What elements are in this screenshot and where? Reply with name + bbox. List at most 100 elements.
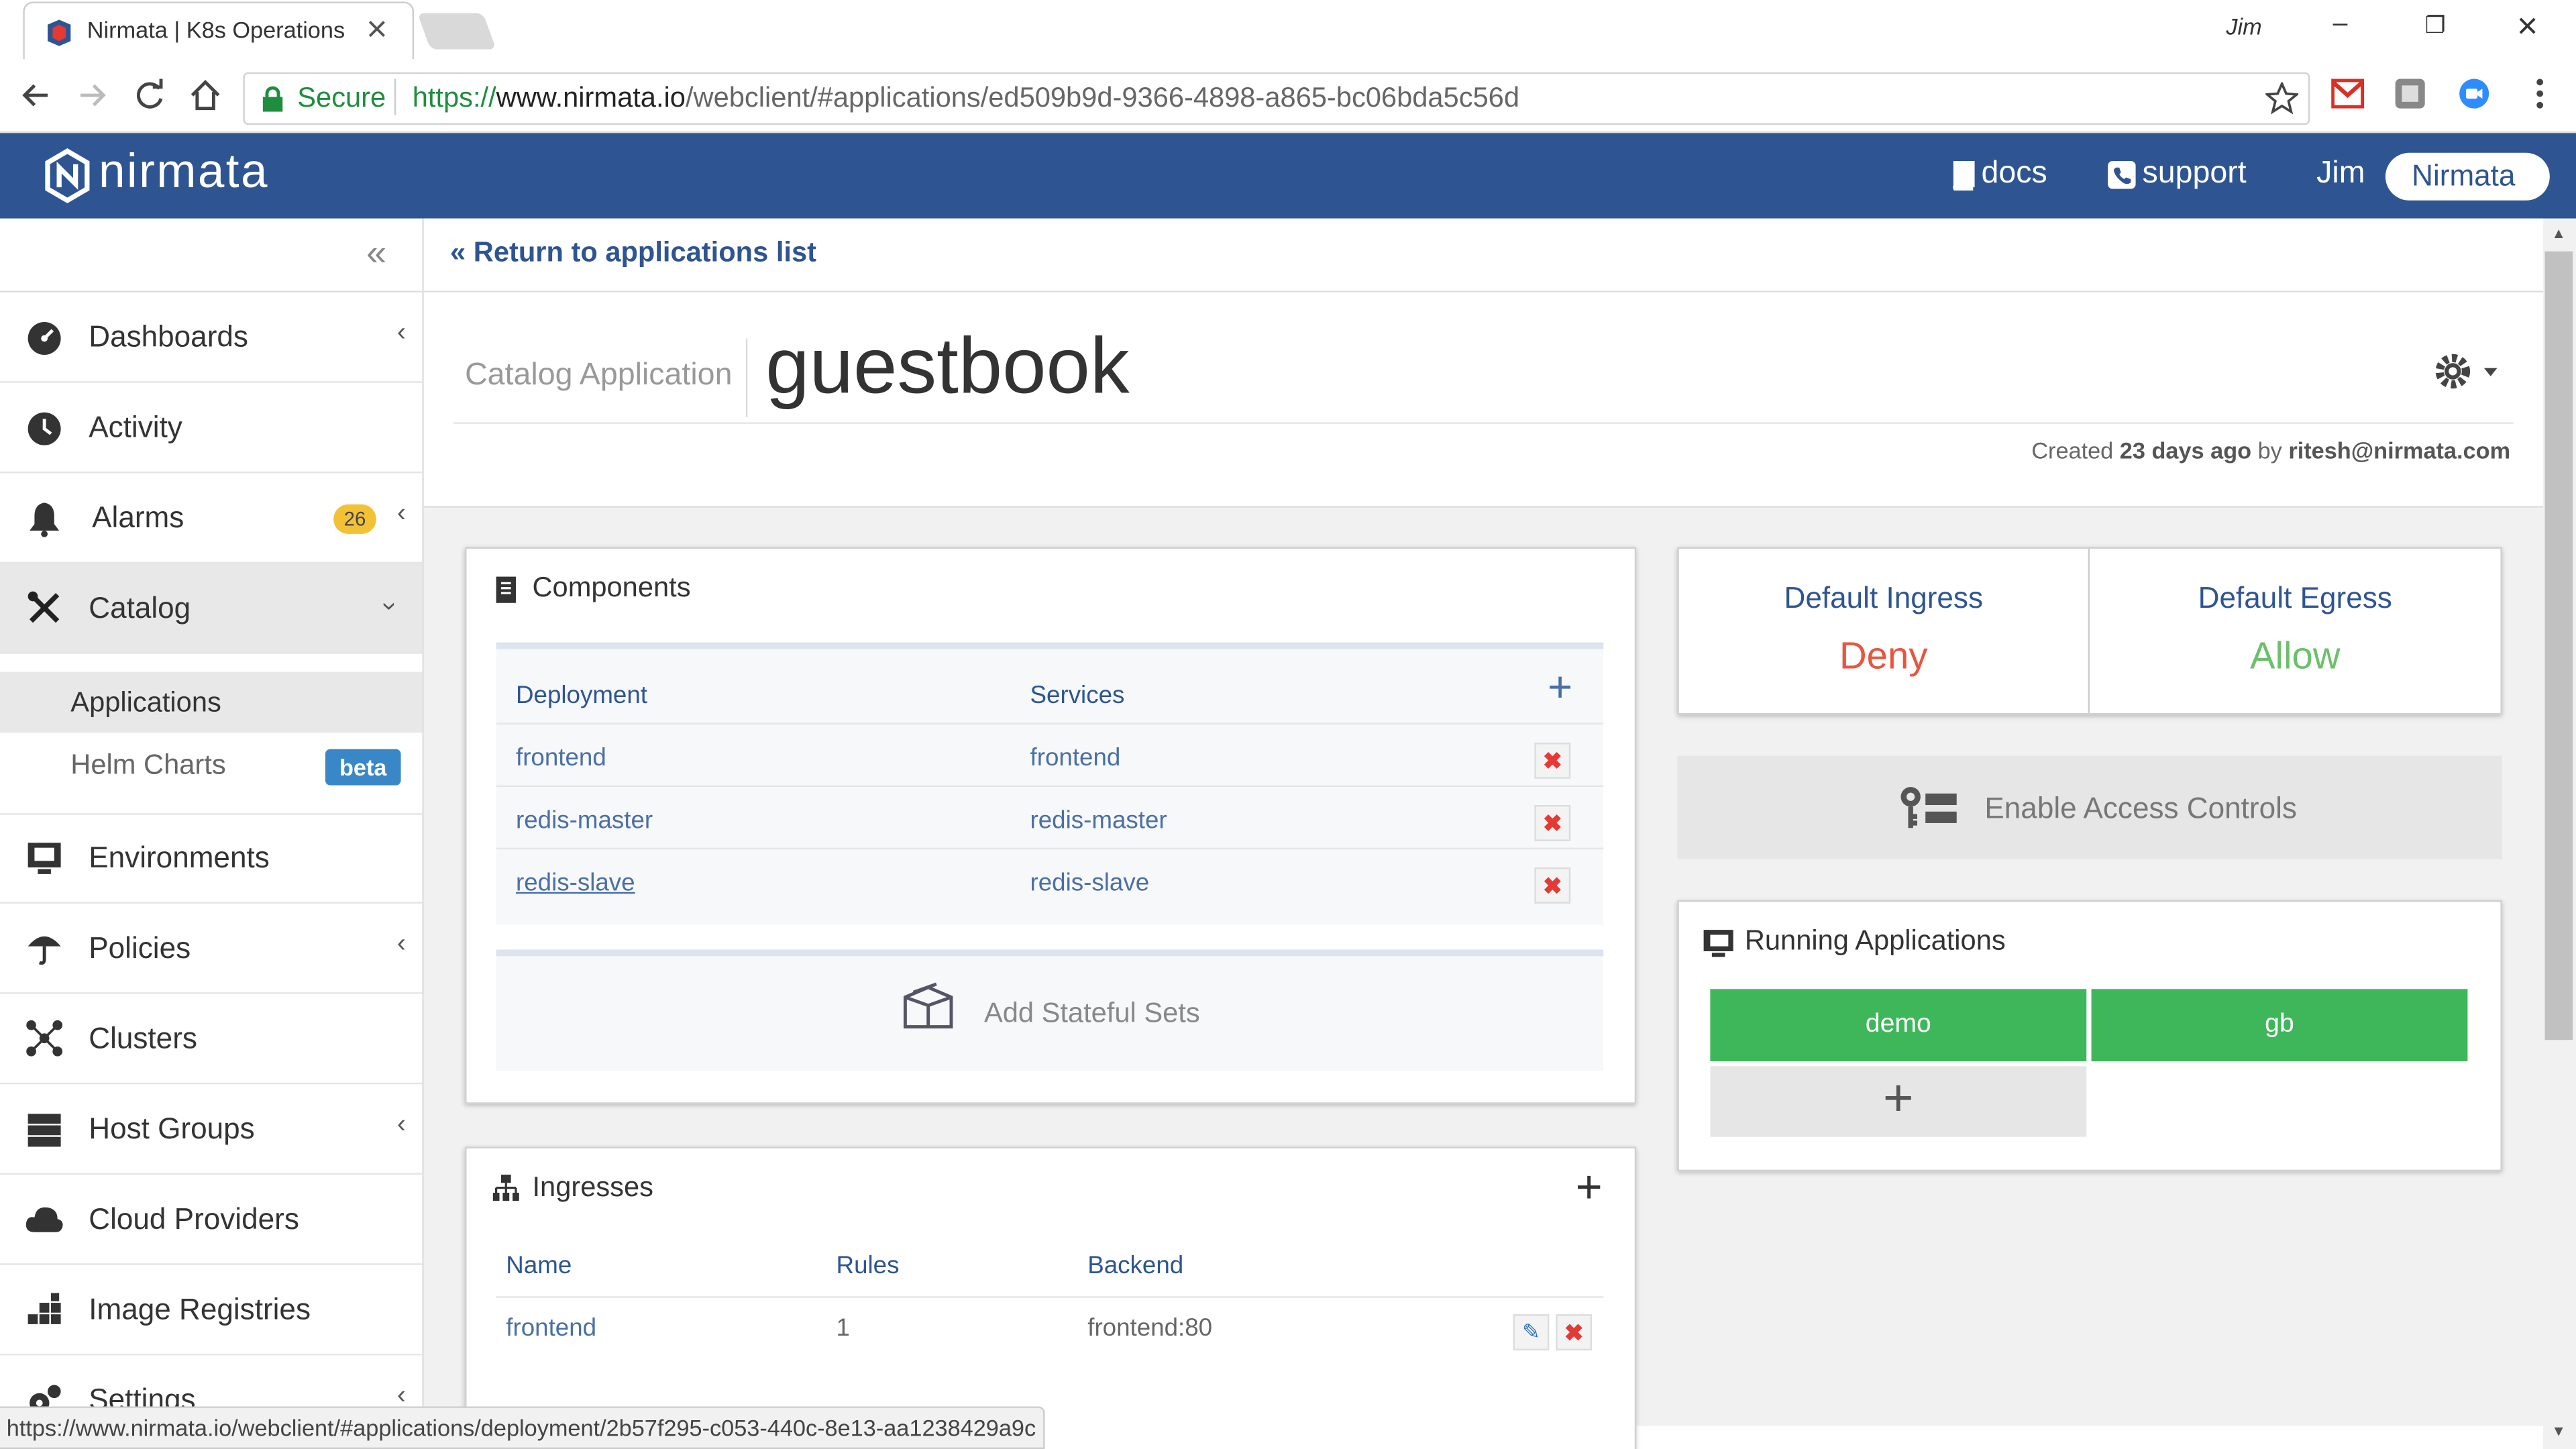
sidebar-subitem-applications[interactable]: Applications [0, 672, 423, 733]
service-link[interactable]: frontend [1030, 744, 1121, 772]
tab-close-icon[interactable]: × [366, 8, 387, 51]
column-header-name: Name [506, 1252, 572, 1280]
ingress-name-link[interactable]: frontend [506, 1314, 596, 1342]
column-header-backend: Backend [1087, 1252, 1184, 1280]
default-egress-label: Default Egress [2198, 581, 2392, 614]
collapse-sidebar-icon[interactable]: « [366, 231, 386, 274]
created-prefix: Created [2031, 437, 2114, 464]
org-button-label: Nirmata [2412, 159, 2516, 193]
window-close-icon[interactable]: × [2517, 5, 2538, 48]
extension-icon[interactable] [2394, 77, 2426, 110]
phone-icon [2108, 161, 2136, 189]
created-info: Created 23 days ago by ritesh@nirmata.co… [2031, 437, 2510, 463]
row-divider [496, 785, 1604, 788]
home-icon[interactable] [187, 77, 223, 113]
nirmata-favicon-icon [48, 19, 71, 46]
sidebar-item-activity[interactable]: Activity [0, 383, 423, 474]
gear-menu-icon[interactable] [2434, 352, 2500, 391]
logo-text[interactable]: nirmata [99, 146, 269, 201]
support-link[interactable]: support [2142, 156, 2246, 193]
running-app-tile[interactable]: gb [2091, 989, 2468, 1062]
scroll-down-icon[interactable]: ▼ [2551, 1423, 2566, 1439]
add-stateful-sets-button[interactable]: Add Stateful Sets [496, 949, 1604, 1071]
address-bar[interactable]: Secure https://www.nirmata.io/webclient/… [243, 72, 2310, 125]
sidebar-item-catalog[interactable]: Catalog ‹ [0, 564, 423, 654]
minimize-icon[interactable]: – [2333, 10, 2348, 40]
browser-tab-title: Nirmata | K8s Operations [87, 16, 345, 43]
return-link[interactable]: « Return to applications list [450, 237, 816, 270]
created-when: 23 days ago [2119, 437, 2252, 464]
chevron-left-icon: ‹ [396, 1110, 406, 1139]
enable-access-controls-button[interactable]: Enable Access Controls [1677, 755, 2502, 859]
service-link[interactable]: redis-slave [1030, 869, 1150, 898]
sidebar-item-clusters[interactable]: Clusters [0, 994, 423, 1085]
sidebar-item-cloud-providers[interactable]: Cloud Providers [0, 1175, 423, 1265]
sidebar-item-host-groups[interactable]: Host Groups ‹ [0, 1084, 423, 1175]
add-component-icon[interactable]: + [1548, 662, 1572, 713]
deployment-link[interactable]: redis-master [516, 806, 653, 835]
gmail-extension-icon[interactable] [2331, 78, 2365, 109]
running-app-name: demo [1865, 1010, 1931, 1038]
running-app-name: gb [2265, 1010, 2294, 1038]
sidebar-subitem-label: Applications [70, 686, 221, 718]
ingresses-title: Ingresses [532, 1171, 653, 1203]
bookmark-star-icon[interactable] [2265, 82, 2299, 115]
sidebar-item-policies[interactable]: Policies ‹ [0, 904, 423, 994]
page-scrollbar[interactable]: ▲ ▼ [2543, 218, 2576, 1449]
browser-menu-icon[interactable] [2527, 77, 2553, 110]
server-icon [28, 1114, 61, 1147]
add-stateful-sets-label: Add Stateful Sets [983, 997, 1200, 1029]
running-app-tile[interactable]: demo [1710, 989, 2087, 1062]
scrollbar-thumb[interactable] [2544, 251, 2573, 1040]
org-button[interactable]: Nirmata [2385, 152, 2550, 201]
row-divider [496, 1296, 1604, 1298]
column-header-services: Services [1030, 682, 1125, 710]
scroll-up-icon[interactable]: ▲ [2551, 225, 2566, 241]
delete-icon[interactable]: ✖ [1534, 867, 1571, 904]
delete-icon[interactable]: ✖ [1556, 1314, 1593, 1351]
browser-profile-name[interactable]: Jim [2226, 13, 2261, 40]
address-divider [394, 78, 396, 115]
delete-icon[interactable]: ✖ [1534, 805, 1571, 841]
zoom-extension-icon[interactable] [2458, 77, 2491, 110]
forward-arrow-icon[interactable] [76, 79, 109, 112]
app-header: nirmata docs support Jim Nirmata [0, 133, 2576, 219]
browser-tab[interactable]: Nirmata | K8s Operations × [23, 1, 415, 61]
default-ingress-label: Default Ingress [1784, 581, 1984, 614]
components-panel: Components Deployment Services + fronten… [465, 547, 1637, 1104]
status-url: https://www.nirmata.io/webclient/#applic… [6, 1414, 1036, 1441]
reload-icon[interactable] [131, 77, 168, 113]
monitor-icon [28, 843, 61, 874]
url-text[interactable]: https://www.nirmata.io/webclient/#applic… [413, 82, 1519, 115]
service-link[interactable]: redis-master [1030, 806, 1167, 835]
sidebar-item-image-registries[interactable]: Image Registries [0, 1265, 423, 1356]
maximize-icon[interactable]: ❐ [2425, 11, 2446, 40]
sidebar-header: « [0, 219, 423, 292]
default-ingress-toggle[interactable]: Default Ingress Deny [1679, 548, 2090, 713]
created-by-word: by [2257, 437, 2282, 464]
ingress-backend: frontend:80 [1087, 1314, 1213, 1342]
deployment-link[interactable]: frontend [516, 744, 606, 772]
title-divider [745, 338, 748, 418]
delete-icon[interactable]: ✖ [1534, 742, 1571, 779]
chevron-left-icon: ‹ [396, 499, 406, 528]
browser-tab-strip: Nirmata | K8s Operations × Jim – ❐ × [0, 0, 2576, 61]
edit-icon[interactable]: ✎ [1513, 1314, 1550, 1351]
add-running-app-button[interactable]: + [1710, 1066, 2087, 1137]
sidebar-item-alarms[interactable]: Alarms 26 ‹ [0, 473, 423, 564]
page-header: Catalog Application guestbook Created 23… [423, 292, 2544, 508]
default-egress-toggle[interactable]: Default Egress Allow [2090, 549, 2500, 713]
add-ingress-icon[interactable]: + [1576, 1161, 1603, 1214]
back-arrow-icon[interactable] [19, 79, 52, 112]
sidebar-subitem-helm-charts[interactable]: Helm Charts beta [0, 736, 422, 797]
new-tab-button[interactable] [417, 13, 496, 50]
user-menu[interactable]: Jim [2316, 156, 2365, 193]
deployment-link[interactable]: redis-slave [516, 869, 635, 898]
sidebar-item-dashboards[interactable]: Dashboards ‹ [0, 292, 423, 383]
sidebar-item-environments[interactable]: Environments [0, 813, 423, 904]
chevron-left-icon: ‹ [396, 319, 406, 347]
sidebar-item-label: Catalog [89, 591, 191, 625]
docs-link[interactable]: docs [1981, 156, 2047, 193]
nirmata-logo-icon[interactable] [43, 148, 92, 204]
monitor-icon [1703, 930, 1733, 957]
